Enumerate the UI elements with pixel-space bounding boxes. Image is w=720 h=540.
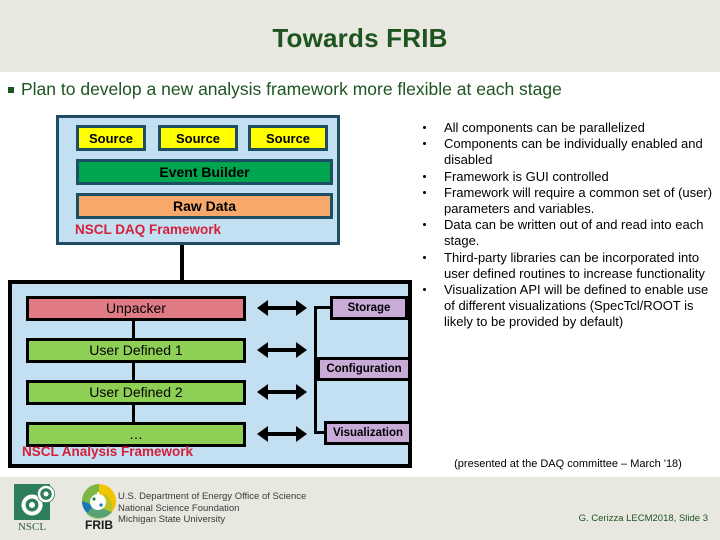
- bidirectional-arrow-1: [257, 300, 307, 316]
- list-item: Components can be individually enabled a…: [418, 136, 718, 168]
- slide: Towards FRIB Plan to develop a new analy…: [0, 0, 720, 540]
- list-item-text: Components can be individually enabled a…: [444, 136, 703, 168]
- arrow-shaft: [265, 432, 299, 436]
- list-item-text: Visualization API will be defined to ena…: [444, 282, 709, 330]
- arrow-head-right-icon: [296, 300, 307, 316]
- source-box-3[interactable]: Source: [248, 125, 328, 151]
- list-item-text: Data can be written out of and read into…: [444, 217, 704, 249]
- footer-org-line: National Science Foundation: [118, 502, 240, 514]
- list-item: Data can be written out of and read into…: [418, 217, 718, 249]
- stage-link-2: [132, 363, 135, 380]
- arrow-shaft: [265, 390, 299, 394]
- main-bullet-text: Plan to develop a new analysis framework…: [21, 79, 562, 99]
- nscl-logo-icon: NSCL: [14, 484, 55, 532]
- stage-link-3: [132, 405, 135, 422]
- page-title: Towards FRIB: [272, 23, 448, 53]
- arrow-head-right-icon: [296, 384, 307, 400]
- list-item: All components can be parallelized: [418, 120, 718, 136]
- source-box-1[interactable]: Source: [76, 125, 146, 151]
- bullet-dot-icon: [423, 288, 426, 292]
- daq-to-analysis-connector: [180, 245, 184, 280]
- stage-user-defined-1[interactable]: User Defined 1: [26, 338, 246, 363]
- service-box-storage[interactable]: Storage: [330, 296, 408, 320]
- service-box-visualization[interactable]: Visualization: [324, 421, 412, 445]
- list-item: Third-party libraries can be incorporate…: [418, 250, 718, 282]
- bullet-dot-icon: [423, 174, 426, 178]
- source-row: Source Source Source: [68, 125, 334, 151]
- nscl-logo-label: NSCL: [18, 521, 46, 532]
- event-builder-box[interactable]: Event Builder: [76, 159, 333, 185]
- stage-link-1: [132, 321, 135, 338]
- footer-org-line: U.S. Department of Energy Office of Scie…: [118, 491, 307, 502]
- list-item: Framework is GUI controlled: [418, 169, 718, 185]
- bullet-dot-icon: [423, 126, 426, 129]
- list-item: Framework will require a common set of (…: [418, 185, 718, 217]
- bidirectional-arrow-4: [257, 426, 307, 442]
- footer-org-line: Michigan State University: [118, 514, 226, 525]
- raw-data-box[interactable]: Raw Data: [76, 193, 333, 219]
- list-item: Visualization API will be defined to ena…: [418, 282, 718, 331]
- stage-user-defined-2[interactable]: User Defined 2: [26, 380, 246, 405]
- bidirectional-arrow-3: [257, 384, 307, 400]
- analysis-framework-label: NSCL Analysis Framework: [22, 444, 194, 459]
- arrow-shaft: [265, 348, 299, 352]
- service-box-configuration[interactable]: Configuration: [317, 357, 411, 381]
- list-item-text: Framework will require a common set of (…: [444, 184, 713, 217]
- square-bullet-icon: [8, 87, 14, 93]
- analysis-framework-panel: Unpacker User Defined 1 User Defined 2 …: [8, 280, 412, 468]
- bullet-dot-icon: [423, 190, 426, 194]
- list-item-text: Third-party libraries can be incorporate…: [444, 249, 705, 281]
- source-box-2[interactable]: Source: [158, 125, 238, 151]
- feature-bullet-list: All components can be parallelized Compo…: [418, 120, 718, 331]
- arrow-shaft: [265, 306, 299, 310]
- list-item-text: All components can be parallelized: [444, 120, 645, 135]
- arrow-head-right-icon: [296, 426, 307, 442]
- main-bullet-line: Plan to develop a new analysis framework…: [8, 79, 718, 100]
- footer-org-text: U.S. Department of Energy Office of Scie…: [118, 491, 306, 526]
- bullet-dot-icon: [423, 142, 426, 146]
- daq-framework-label: NSCL DAQ Framework: [75, 222, 222, 237]
- bidirectional-arrow-2: [257, 342, 307, 358]
- presentation-note: (presented at the DAQ committee – March …: [454, 458, 682, 470]
- list-item-text: Framework is GUI controlled: [444, 168, 609, 184]
- frib-logo-label: FRIB: [85, 518, 113, 532]
- bullet-dot-icon: [423, 255, 426, 259]
- bullet-dot-icon: [423, 223, 426, 227]
- arrow-head-right-icon: [296, 342, 307, 358]
- daq-framework-panel: Source Source Source Event Builder Raw D…: [56, 115, 340, 245]
- slide-credit: G. Cerizza LECM2018, Slide 3: [578, 513, 708, 524]
- stage-unpacker[interactable]: Unpacker: [26, 296, 246, 321]
